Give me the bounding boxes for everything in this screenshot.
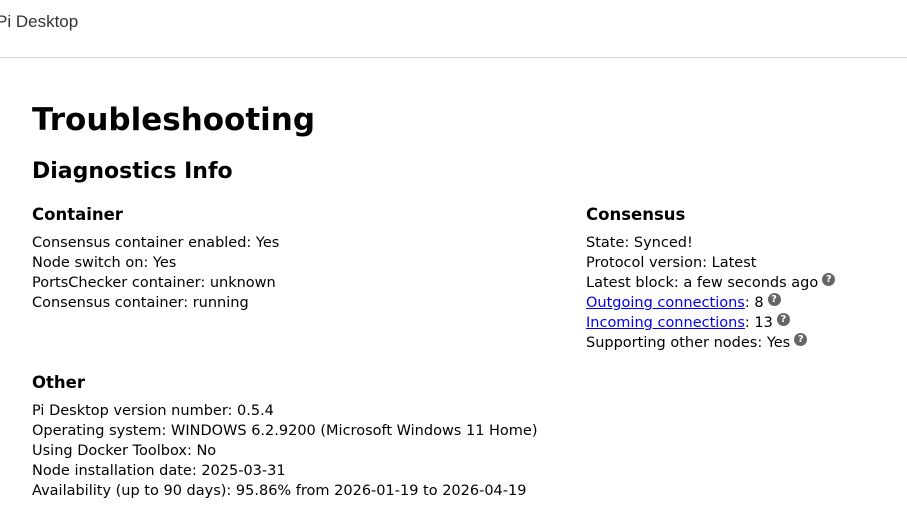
consensus-supporting: Supporting other nodes: Yes [586,335,791,351]
other-line-install-date: Node installation date: 2025-03-31 [32,463,286,479]
help-icon-incoming[interactable]: ? [776,313,790,326]
other-heading: Other [32,373,85,392]
app-title: Pi Desktop [0,12,79,31]
top-bar: Pi Desktop [0,0,907,58]
consensus-section: Consensus State: Synced! Protocol versio… [586,204,836,353]
consensus-supporting-row: Supporting other nodes: Yes? [586,333,835,353]
help-icon-supporting[interactable]: ? [794,333,808,346]
consensus-protocol-version: Protocol version: Latest [586,255,757,271]
consensus-outgoing-row: Outgoing connections: 8? [586,293,835,313]
consensus-heading: Consensus [586,205,686,224]
help-icon-latest-block[interactable]: ? [822,273,836,286]
other-line-version: Pi Desktop version number: 0.5.4 [32,403,274,419]
container-line-consensus-status: Consensus container: running [32,295,249,311]
incoming-connections-link[interactable]: Incoming connections [586,315,745,331]
other-line-availability: Availability (up to 90 days): 95.86% fro… [32,483,527,499]
outgoing-connections-link[interactable]: Outgoing connections [586,295,745,311]
container-section: Container Consensus container enabled: Y… [32,204,279,313]
section-title-diagnostics: Diagnostics Info [32,159,233,184]
other-line-docker-toolbox: Using Docker Toolbox: No [32,443,217,459]
consensus-incoming-row: Incoming connections: 13? [586,313,835,333]
help-icon-outgoing[interactable]: ? [767,293,781,306]
container-line-node-switch: Node switch on: Yes [32,255,177,271]
consensus-state: State: Synced! [586,235,693,251]
other-section: Other Pi Desktop version number: 0.5.4 O… [32,372,538,501]
consensus-latest-block-row: Latest block: a few seconds ago? [586,273,836,293]
container-line-consensus-enabled: Consensus container enabled: Yes [32,235,280,251]
container-line-portschecker: PortsChecker container: unknown [32,275,276,291]
outgoing-connections-value: : 8 [744,295,764,311]
consensus-latest-block: Latest block: a few seconds ago [586,275,819,291]
page-title: Troubleshooting [32,102,316,138]
incoming-connections-value: : 13 [744,315,773,331]
other-line-os: Operating system: WINDOWS 6.2.9200 (Micr… [32,423,538,439]
container-heading: Container [32,205,123,224]
